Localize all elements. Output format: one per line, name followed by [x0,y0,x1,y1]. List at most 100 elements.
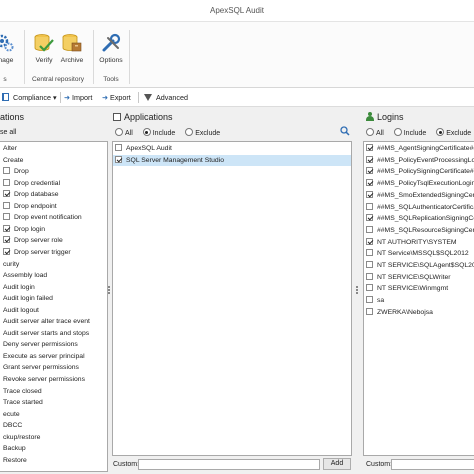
splitter-handle[interactable] [355,285,359,299]
import-button[interactable]: ➜ Import [64,93,92,102]
logins-filter-all[interactable]: All [366,128,384,137]
applications-custom-input[interactable] [138,459,320,470]
checkbox[interactable] [366,272,373,280]
checkbox[interactable] [3,236,10,244]
splitter-handle[interactable] [107,285,111,299]
tree-item[interactable]: Audit logout [0,305,107,317]
tree-item[interactable]: Trace started [0,397,107,409]
tree-item[interactable]: Alter [0,143,107,155]
checkbox[interactable] [3,224,10,232]
tree-item[interactable]: Drop endpoint [0,201,107,213]
list-item[interactable]: sa [364,295,474,307]
tree-item[interactable]: Audit login failed [0,293,107,305]
tree-item-label: Restore [3,456,27,464]
tree-item[interactable]: Drop server role [0,235,107,247]
tree-item[interactable]: ckup/restore [0,432,107,444]
tree-item[interactable]: curity [0,259,107,271]
tree-item[interactable]: Audit server starts and stops [0,328,107,340]
logins-filter-exclude[interactable]: Exclude [436,128,471,137]
tree-item-label: Drop server trigger [14,248,71,256]
tree-item[interactable]: Audit server alter trace event [0,316,107,328]
logins-filter: All Include Exclude [366,128,474,137]
logins-filter-include[interactable]: Include [393,128,426,137]
checkbox[interactable] [366,237,373,245]
list-item[interactable]: ##MS_SmoExtendedSigningCerti [364,190,474,202]
options-button[interactable]: Options [95,32,127,64]
export-button[interactable]: ➜ Export [102,93,131,102]
list-item[interactable]: ##MS_PolicyEventProcessingLogi [364,155,474,167]
list-item[interactable]: NT SERVICE\SQLWriter [364,272,474,284]
checkbox[interactable] [366,214,373,222]
list-item[interactable]: ##MS_PolicySigningCertificate## [364,166,474,178]
select-all-link[interactable]: se all [0,129,16,136]
tree-item[interactable]: DBCC [0,420,107,432]
tree-item-label: Trace closed [3,387,42,395]
checkbox[interactable] [366,284,373,292]
checkbox[interactable] [366,249,373,257]
archive-button[interactable]: Archive [56,32,88,64]
list-item[interactable]: NT AUTHORITY\SYSTEM [364,237,474,249]
list-item[interactable]: ApexSQL Audit [113,143,351,155]
checkbox[interactable] [366,179,373,187]
applications-list[interactable]: ApexSQL Audit SQL Server Management Studi… [112,141,352,456]
tree-item[interactable]: Execute as server principal [0,351,107,363]
list-item[interactable]: NT Service\MSSQL$SQL2012 [364,248,474,260]
checkbox[interactable] [3,201,10,209]
list-item[interactable]: ##MS_SQLAuthenticatorCertificat [364,202,474,214]
operations-tree[interactable]: Alter Create Drop Drop credential Drop datab… [0,141,108,472]
tree-item[interactable]: Revoke server permissions [0,374,107,386]
checkbox[interactable] [3,167,10,175]
tree-item[interactable]: Deny server permissions [0,339,107,351]
checkbox[interactable] [366,225,373,233]
advanced-button[interactable]: Advanced [144,93,188,102]
checkbox[interactable] [115,155,122,163]
tree-item[interactable]: Audit login [0,282,107,294]
tree-item[interactable]: ecute [0,409,107,421]
applications-filter-include[interactable]: Include [142,128,175,137]
list-item[interactable]: NT SERVICE\SQLAgent$SQL2012 [364,260,474,272]
list-item[interactable]: ##MS_SQLResourceSigningCertif [364,225,474,237]
list-item[interactable]: ##MS_SQLReplicationSigningCer [364,213,474,225]
checkbox[interactable] [3,178,10,186]
manage-button[interactable]: anage [0,32,20,64]
tree-item[interactable]: Assembly load [0,270,107,282]
search-icon[interactable] [340,126,350,136]
tree-item[interactable]: Drop event notification [0,212,107,224]
tree-item-label: Drop database [14,191,59,199]
list-item[interactable]: ##MS_PolicyTsqlExecutionLogin# [364,178,474,190]
checkbox[interactable] [366,167,373,175]
tree-item[interactable]: Drop credential [0,178,107,190]
checkbox[interactable] [366,190,373,198]
checkbox[interactable] [115,144,122,151]
tree-item[interactable]: Trace closed [0,386,107,398]
tree-item[interactable]: Grant server permissions [0,362,107,374]
add-button[interactable]: Add [323,458,351,470]
tree-item[interactable]: Drop [0,166,107,178]
checkbox[interactable] [3,190,10,198]
tree-item[interactable]: Drop login [0,224,107,236]
tree-item[interactable]: Create [0,155,107,167]
checkbox[interactable] [366,202,373,210]
tree-item[interactable]: Drop server trigger [0,247,107,259]
list-item[interactable]: ZWERKA\Nebojsa [364,307,474,319]
checkbox[interactable] [366,144,373,151]
list-item[interactable]: NT SERVICE\Winmgmt [364,283,474,295]
tree-item[interactable]: Drop database [0,189,107,201]
checkbox[interactable] [366,307,373,315]
tree-item[interactable]: Backup [0,443,107,455]
list-item[interactable]: ##MS_AgentSigningCertificate## [364,143,474,155]
checkbox[interactable] [3,247,10,255]
tree-item-label: Drop endpoint [14,202,57,210]
checkbox[interactable] [366,261,373,268]
compliance-dropdown[interactable]: Compliance ▾ [2,93,57,102]
checkbox[interactable] [366,155,373,163]
list-item[interactable]: SQL Server Management Studio [113,154,351,167]
checkbox[interactable] [366,296,373,304]
checkbox[interactable] [3,213,10,221]
logins-custom-input[interactable] [391,459,474,470]
tree-item-label: ecute [3,410,20,418]
tree-item[interactable]: Restore [0,455,107,467]
applications-filter-exclude[interactable]: Exclude [185,128,220,137]
logins-list[interactable]: ##MS_AgentSigningCertificate## ##MS_Polic… [363,141,474,456]
applications-filter-all[interactable]: All [115,128,133,137]
